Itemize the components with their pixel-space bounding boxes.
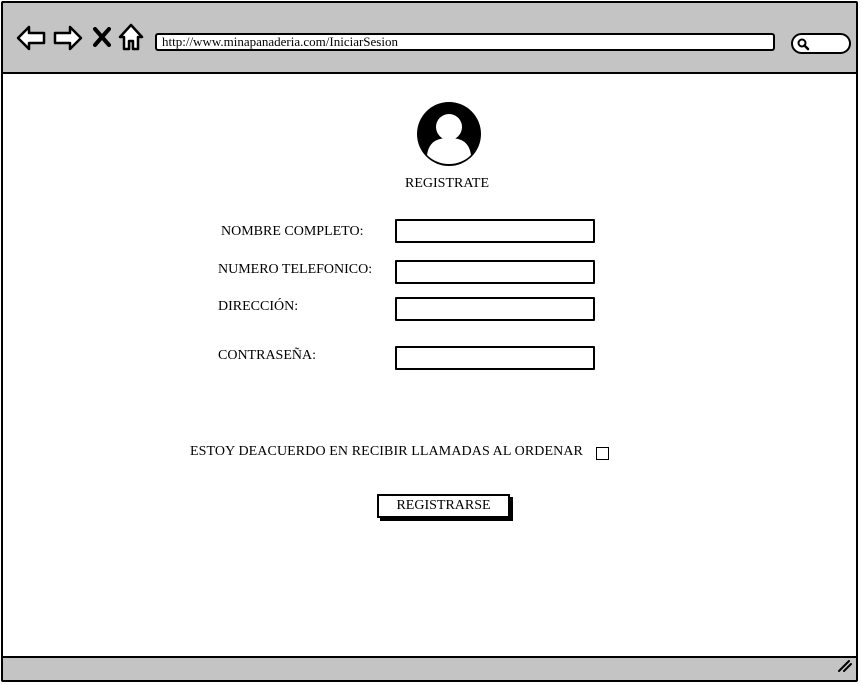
phone-input[interactable]: [395, 260, 595, 284]
browser-window: http://www.minapanaderia.com/IniciarSesi…: [1, 1, 858, 682]
address-input[interactable]: [395, 297, 595, 321]
home-icon[interactable]: [118, 23, 144, 56]
status-bar: [3, 656, 856, 680]
full-name-label: NOMBRE COMPLETO:: [221, 224, 364, 239]
back-arrow-icon[interactable]: [16, 25, 46, 56]
search-icon: [797, 38, 810, 51]
user-avatar-icon: [416, 101, 482, 172]
search-box[interactable]: [791, 33, 851, 54]
resize-grip-icon[interactable]: [836, 658, 852, 677]
address-bar[interactable]: http://www.minapanaderia.com/IniciarSesi…: [155, 33, 775, 51]
full-name-input[interactable]: [395, 219, 595, 243]
register-button[interactable]: REGISTRARSE: [377, 494, 510, 518]
terms-checkbox[interactable]: [596, 447, 609, 460]
browser-toolbar: http://www.minapanaderia.com/IniciarSesi…: [3, 3, 856, 74]
address-label: DIRECCIÓN:: [218, 299, 299, 314]
phone-label: NUMERO TELEFONICO:: [218, 262, 373, 277]
form-title: REGISTRATE: [405, 176, 489, 191]
password-label: CONTRASEÑA:: [218, 348, 317, 363]
forward-arrow-icon[interactable]: [53, 25, 83, 56]
close-icon[interactable]: [93, 27, 111, 52]
terms-label: ESTOY DEACUERDO EN RECIBIR LLAMADAS AL O…: [190, 444, 583, 459]
password-input[interactable]: [395, 346, 595, 370]
